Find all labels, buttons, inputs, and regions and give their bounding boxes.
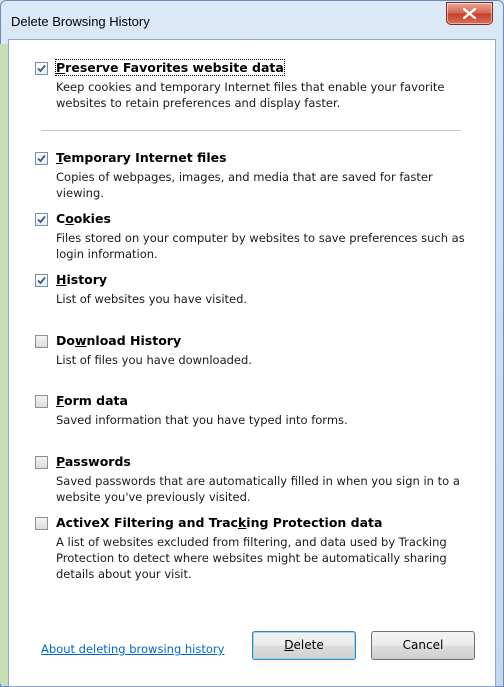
- activex-tracking-data-label[interactable]: ActiveX Filtering and Tracking Protectio…: [56, 515, 382, 530]
- close-button[interactable]: [446, 2, 493, 25]
- form-data-checkbox[interactable]: [35, 395, 48, 408]
- separator: [41, 130, 461, 131]
- label-text: okies: [73, 211, 111, 226]
- temporary-internet-files-checkbox[interactable]: [35, 152, 48, 165]
- passwords-label[interactable]: Passwords: [56, 454, 131, 469]
- checkmark-icon: [37, 215, 46, 224]
- label-text: ActiveX Filtering and Trac: [56, 515, 238, 530]
- checkmark-icon: [37, 276, 46, 285]
- label-text: Do: [56, 333, 75, 348]
- form-data-label[interactable]: Form data: [56, 393, 128, 408]
- checkmark-icon: [37, 64, 46, 73]
- label-text: istory: [66, 272, 108, 287]
- activex-tracking-data-description: A list of websites excluded from filteri…: [56, 535, 447, 581]
- preserve-favorites-checkbox[interactable]: [35, 62, 48, 75]
- delete-mnemonic: D: [284, 638, 294, 652]
- delete-button[interactable]: Delete: [252, 631, 356, 660]
- delete-rest: elete: [293, 638, 324, 652]
- history-description: List of websites you have visited.: [56, 292, 248, 306]
- dialog-content: Preserve Favorites website data Keep cook…: [8, 39, 496, 687]
- delete-button-label: Delete: [284, 638, 323, 652]
- temporary-internet-files-description: Copies of webpages, images, and media th…: [56, 170, 433, 200]
- mnemonic-char: H: [56, 272, 67, 287]
- mnemonic-char: F: [56, 393, 65, 408]
- label-text: ing Protection data: [246, 515, 383, 530]
- title-bar[interactable]: Delete Browsing History: [1, 1, 503, 41]
- label-text: asswords: [64, 454, 131, 469]
- mnemonic-char: w: [74, 333, 87, 348]
- preserve-favorites-label[interactable]: Preserve Favorites website data: [55, 59, 285, 76]
- cookies-checkbox[interactable]: [35, 213, 48, 226]
- checkmark-icon: [37, 154, 46, 163]
- cookies-label[interactable]: Cookies: [56, 211, 111, 226]
- preserve-favorites-description: Keep cookies and temporary Internet file…: [56, 80, 445, 110]
- passwords-description: Saved passwords that are automatically f…: [56, 474, 460, 504]
- window-title: Delete Browsing History: [11, 14, 150, 29]
- form-data-description: Saved information that you have typed in…: [56, 413, 348, 427]
- label-text: emporary Internet files: [62, 150, 227, 165]
- activex-tracking-data-checkbox[interactable]: [35, 517, 48, 530]
- close-icon: [463, 8, 476, 19]
- download-history-description: List of files you have downloaded.: [56, 353, 252, 367]
- mnemonic-char: P: [56, 60, 66, 75]
- download-history-checkbox[interactable]: [35, 335, 48, 348]
- cookies-description: Files stored on your computer by website…: [56, 231, 465, 261]
- label-text: orm data: [64, 393, 128, 408]
- label-text: C: [56, 211, 66, 226]
- cancel-button[interactable]: Cancel: [371, 631, 475, 660]
- history-checkbox[interactable]: [35, 274, 48, 287]
- about-deleting-history-link[interactable]: About deleting browsing history: [41, 642, 224, 656]
- passwords-checkbox[interactable]: [35, 456, 48, 469]
- label-text: nload History: [86, 333, 182, 348]
- temporary-internet-files-label[interactable]: Temporary Internet files: [56, 150, 227, 165]
- mnemonic-char: o: [65, 211, 74, 226]
- history-label[interactable]: History: [56, 272, 107, 287]
- mnemonic-char: T: [56, 150, 63, 165]
- download-history-label[interactable]: Download History: [56, 333, 181, 348]
- mnemonic-char: P: [56, 454, 65, 469]
- label-text: reserve Favorites website data: [65, 60, 284, 75]
